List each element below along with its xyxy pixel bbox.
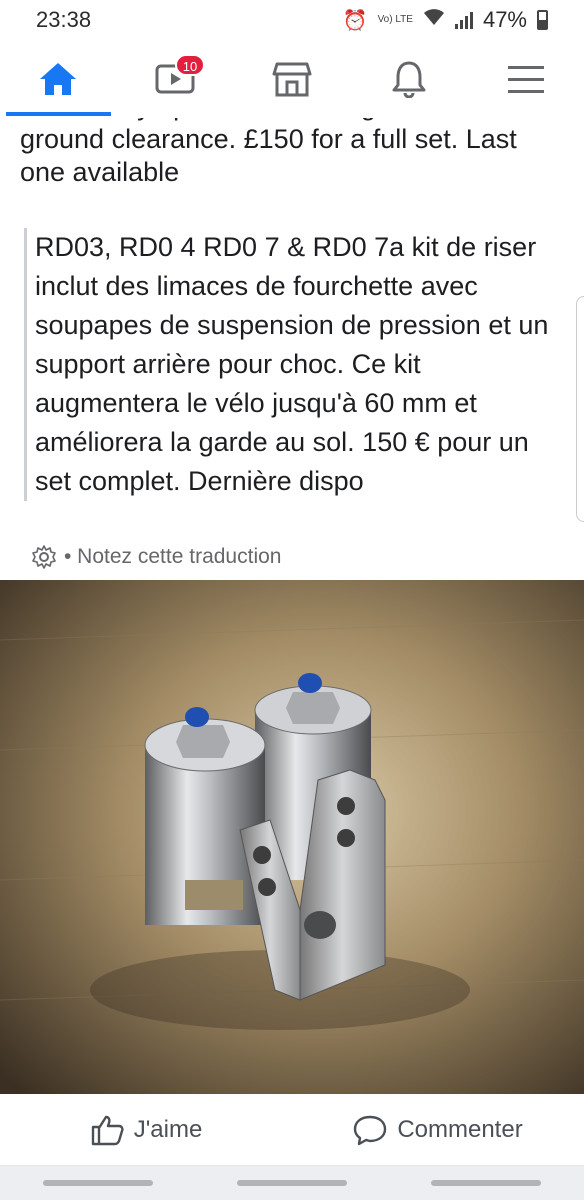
notification-badge: 10: [174, 54, 206, 76]
status-bar: 23:38 ⏰ Vo) LTE 47%: [0, 0, 584, 40]
gesture-bar: [0, 1166, 584, 1200]
like-label: J'aime: [133, 1115, 203, 1143]
photo-image: [0, 580, 584, 1094]
rate-translation[interactable]: • Notez cette traduction: [32, 545, 281, 569]
comment-label: Commenter: [397, 1115, 523, 1143]
comment-icon: [354, 1115, 387, 1145]
battery-percent: 47%: [482, 7, 527, 32]
menu-icon: [507, 66, 544, 93]
scroll-indicator: [576, 296, 584, 522]
nav-marketplace[interactable]: [234, 40, 351, 118]
bell-icon: [392, 61, 426, 98]
top-nav: 10: [0, 40, 584, 118]
gear-icon: [32, 545, 56, 569]
marketplace-icon: [272, 62, 312, 97]
nav-menu[interactable]: [467, 40, 584, 118]
gesture-handle: [237, 1180, 347, 1186]
status-icons: ⏰ Vo) LTE 47%: [343, 7, 548, 33]
thumbs-up-icon: [91, 1115, 124, 1145]
nav-watch[interactable]: 10: [117, 40, 234, 118]
post-photo[interactable]: [0, 580, 584, 1094]
signal-icon: [454, 11, 473, 29]
post-actions: J'aime Commenter: [0, 1094, 584, 1166]
alarm-icon: ⏰: [342, 9, 368, 32]
gesture-handle: [43, 1180, 153, 1186]
nav-notifications[interactable]: [350, 40, 467, 118]
battery-icon: [537, 10, 548, 30]
gesture-handle: [431, 1180, 541, 1186]
comment-button[interactable]: Commenter: [292, 1114, 584, 1146]
like-button[interactable]: J'aime: [0, 1114, 292, 1146]
wifi-icon: [423, 8, 445, 32]
volte-icon: Vo) LTE: [377, 14, 413, 25]
status-time: 23:38: [36, 7, 92, 32]
rate-translation-label: • Notez cette traduction: [64, 545, 282, 568]
post-translation: RD03, RD0 4 RD0 7 & RD0 7a kit de riser …: [24, 228, 564, 501]
home-icon: [40, 63, 77, 95]
nav-home[interactable]: [0, 40, 117, 118]
